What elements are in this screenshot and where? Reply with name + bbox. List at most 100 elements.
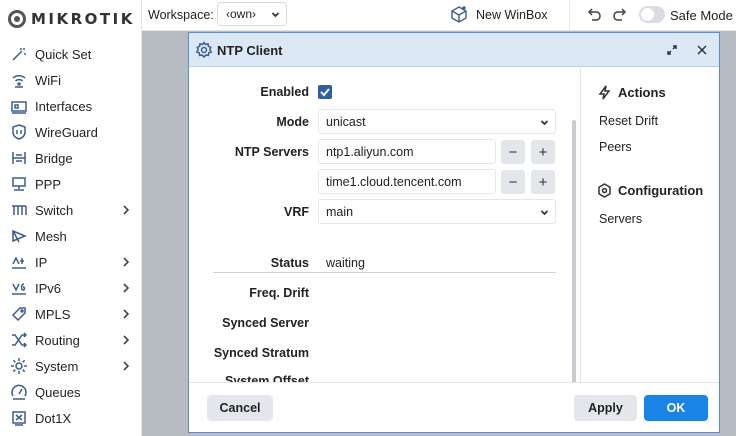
sidebar-item-ip[interactable]: IP [0,249,142,275]
new-winbox-icon [451,6,467,23]
hexagon-gear-icon [598,183,611,198]
mode-label: Mode [276,115,309,129]
routing-icon [10,331,28,349]
vrf-label: VRF [284,205,309,219]
enabled-label: Enabled [260,85,309,99]
sidebar-item-ppp[interactable]: PPP [0,171,142,197]
add-server-button[interactable]: + [531,170,555,194]
sidebar-item-label: IPv6 [35,280,62,296]
add-server-button[interactable]: + [531,140,555,164]
sidebar-item-queues[interactable]: Queues [0,379,142,405]
sidebar-item-label: Quick Set [35,46,92,62]
sidebar-item-interfaces[interactable]: Interfaces [0,93,142,119]
chevron-right-icon [120,255,132,269]
remove-server-button[interactable]: − [501,140,525,164]
chevron-down-icon [540,116,549,130]
toolbar-divider [569,0,570,31]
system-gear-icon [10,357,28,375]
mesh-icon [10,227,28,245]
dialog-title: NTP Client [217,43,283,58]
configuration-heading-label: Configuration [618,183,704,198]
safe-mode-label: Safe Mode [670,8,733,23]
sidebar-item-label: Mesh [35,228,67,244]
interfaces-icon [10,97,28,115]
sidebar-item-label: MPLS [35,306,71,322]
sidebar-item-label: Interfaces [35,98,93,114]
ok-button[interactable]: OK [644,395,708,421]
form-scrollbar[interactable] [572,120,576,382]
sidebar-item-label: Switch [35,202,74,218]
vrf-select[interactable]: main [318,199,556,224]
chevron-down-icon [540,206,549,220]
queues-gauge-icon [10,383,28,401]
reset-drift-link[interactable]: Reset Drift [599,114,658,128]
apply-button[interactable]: Apply [574,395,637,421]
check-icon [320,88,330,97]
chevron-right-icon [120,281,132,295]
remove-server-button[interactable]: − [501,170,525,194]
sidebar-item-label: WiFi [35,72,61,88]
undo-icon[interactable] [586,8,602,22]
mikrotik-logo-icon [8,10,26,28]
side-panel: Actions Reset Drift Peers Configuration … [580,68,719,382]
sidebar-item-wireguard[interactable]: WireGuard [0,119,142,145]
sidebar-item-label: WireGuard [35,124,98,140]
workspace-value: ‹own› [226,7,257,21]
sidebar-item-quick-set[interactable]: Quick Set [0,41,142,67]
close-icon[interactable] [696,44,708,56]
ntp-client-dialog: NTP Client Enabled Mode unicast NTP Serv… [188,32,720,433]
status-value: waiting [326,256,365,270]
ntp-server-field[interactable]: time1.cloud.tencent.com [318,169,496,194]
chevron-right-icon [120,203,132,217]
workspace-label: Workspace: [148,8,214,22]
chevron-right-icon [120,359,132,373]
sidebar-item-label: IP [35,254,48,270]
actions-heading: Actions [597,85,666,100]
wifi-icon [10,71,28,89]
sidebar-item-wifi[interactable]: WiFi [0,67,142,93]
workspace-select[interactable]: ‹own› [217,2,287,26]
sidebar-item-bridge[interactable]: Bridge [0,145,142,171]
sidebar-item-routing[interactable]: Routing [0,327,142,353]
sidebar-item-system[interactable]: System [0,353,142,379]
actions-heading-label: Actions [618,85,666,100]
mode-select[interactable]: unicast [318,109,556,134]
sidebar-item-label: PPP [35,176,62,192]
status-label: Status [270,256,309,270]
magic-wand-icon [10,45,28,63]
servers-link[interactable]: Servers [599,212,642,226]
peers-link[interactable]: Peers [599,140,632,154]
sidebar-item-label: Routing [35,332,80,348]
ppp-icon [10,175,28,193]
sidebar-item-switch[interactable]: Switch [0,197,142,223]
ntp-server-field[interactable]: ntp1.aliyun.com [318,139,496,164]
top-toolbar: Workspace: ‹own› New WinBox Safe Mode [142,0,736,31]
synced-server-label: Synced Server [222,316,309,330]
sidebar-item-mpls[interactable]: MPLS [0,301,142,327]
switch-icon [10,201,28,219]
sidebar-item-dot1x[interactable]: Dot1X [0,405,142,431]
sidebar-item-label: Queues [35,384,81,400]
expand-icon[interactable] [666,44,678,56]
chevron-right-icon [120,333,132,347]
gear-icon [195,41,213,62]
dialog-header[interactable]: NTP Client [189,33,719,67]
lightning-icon [598,85,611,100]
new-winbox-label: New WinBox [476,7,548,22]
form-divider [213,272,556,273]
ipv4-icon [10,253,28,271]
enabled-checkbox[interactable] [318,85,332,99]
mikrotik-logo: MIKROTIK [8,9,135,29]
dot1x-icon [10,409,28,427]
sidebar-item-mesh[interactable]: Mesh [0,223,142,249]
synced-stratum-label: Synced Stratum [213,346,309,360]
cancel-button[interactable]: Cancel [207,395,273,421]
safe-mode-toggle[interactable] [639,6,665,23]
chevron-right-icon [120,307,132,321]
redo-icon[interactable] [612,8,628,22]
bridge-icon [10,149,28,167]
ntp-servers-label: NTP Servers [234,145,309,159]
new-winbox-button[interactable]: New WinBox [450,5,548,24]
logo-text: MIKROTIK [31,10,135,28]
sidebar-item-ipv6[interactable]: IPv6 [0,275,142,301]
